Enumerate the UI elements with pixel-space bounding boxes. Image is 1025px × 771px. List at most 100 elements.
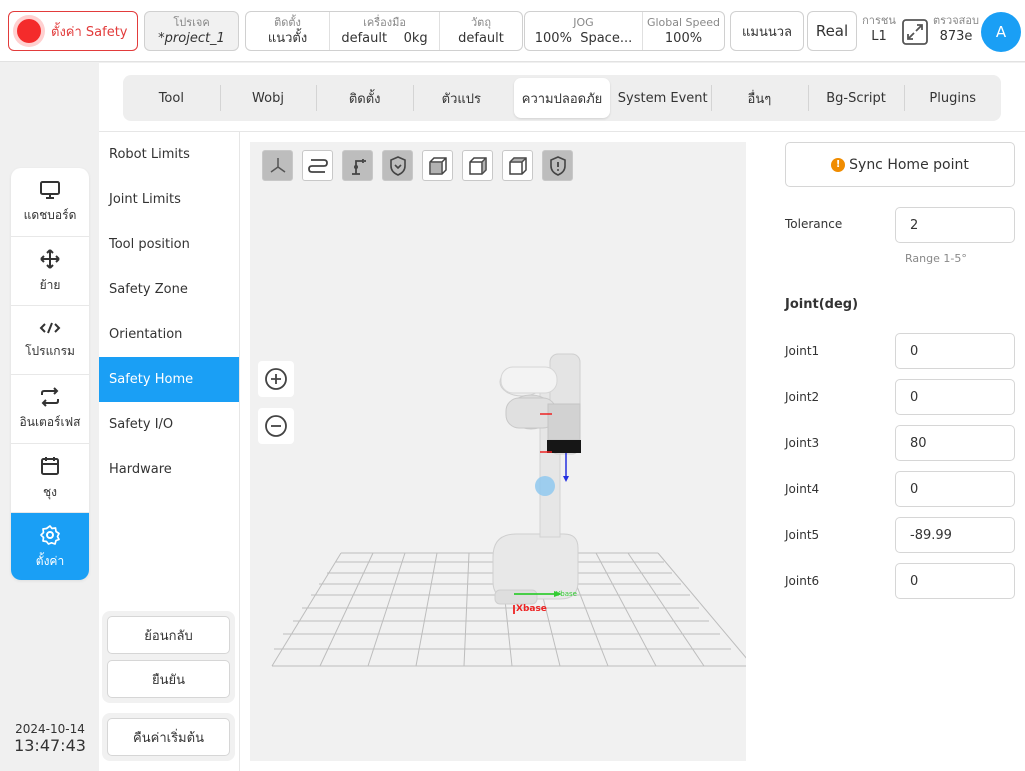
safety-status-label: ตั้งค่า Safety xyxy=(51,24,128,40)
tab-tool[interactable]: Tool xyxy=(123,75,220,121)
speed-group[interactable]: JOG 100% Space... Global Speed 100% xyxy=(524,11,725,51)
jog-percent: 100% xyxy=(534,31,572,46)
top-bar: ตั้งค่า Safety โปรเจค *project_1 ติดตั้ง… xyxy=(0,0,1025,62)
collision-value: L1 xyxy=(871,29,887,44)
joint-section-title: Joint(deg) xyxy=(785,297,859,312)
robot-scene: Xbase Ybase xyxy=(271,353,746,667)
joint4-input[interactable] xyxy=(895,471,1015,507)
safety-indicator-icon xyxy=(17,19,41,43)
reset-defaults-button[interactable]: คืนค่าเริ่มต้น xyxy=(107,718,230,756)
checksum-caption: ตรวจสอบ xyxy=(933,14,979,27)
tab-bg-script[interactable]: Bg-Script xyxy=(807,75,905,121)
current-time: 13:47:43 xyxy=(14,736,86,755)
move-icon xyxy=(40,248,60,269)
joint1-input[interactable] xyxy=(895,333,1015,369)
global-speed-caption: Global Speed xyxy=(646,16,721,29)
jog-mode: Space... xyxy=(580,31,633,46)
nav-label: โปรแกรม xyxy=(25,343,75,358)
user-avatar[interactable]: A xyxy=(981,12,1021,52)
expand-icon[interactable] xyxy=(901,18,929,46)
divider xyxy=(239,132,240,771)
submenu-robot-limits[interactable]: Robot Limits xyxy=(99,132,239,177)
nav-label: ชุง xyxy=(42,484,57,499)
submenu-orientation[interactable]: Orientation xyxy=(99,312,239,357)
jog-caption: JOG xyxy=(573,16,594,29)
action-button-group: ย้อนกลับ ยืนยัน xyxy=(102,611,235,703)
joint2-input[interactable] xyxy=(895,379,1015,415)
real-mode-button[interactable]: Real xyxy=(807,11,857,51)
project-name: *project_1 xyxy=(158,31,225,46)
tab-system-event[interactable]: System Event xyxy=(614,75,711,121)
current-date: 2024-10-14 xyxy=(15,722,85,736)
project-selector[interactable]: โปรเจค *project_1 xyxy=(144,11,239,51)
global-speed-value: 100% xyxy=(664,31,703,46)
tab-wobj[interactable]: Wobj xyxy=(219,75,317,121)
submenu-safety-io[interactable]: Safety I/O xyxy=(99,402,239,447)
x-axis-label: Xbase xyxy=(516,604,547,614)
joint4-label: Joint4 xyxy=(785,482,820,496)
tool-weight: 0kg xyxy=(403,31,428,46)
gear-icon xyxy=(40,525,60,545)
submenu-tool-position[interactable]: Tool position xyxy=(99,222,239,267)
object-caption: วัตถุ xyxy=(471,16,491,29)
nav-item-settings[interactable]: ตั้งค่า xyxy=(11,513,89,580)
tool-cell[interactable]: เครื่องมือ default 0kg xyxy=(330,12,440,50)
nav-item-interface[interactable]: อินเตอร์เฟส xyxy=(11,375,89,444)
object-cell[interactable]: วัตถุ default xyxy=(440,12,522,50)
sync-home-point-label: Sync Home point xyxy=(849,156,969,173)
tab-plugins[interactable]: Plugins xyxy=(904,75,1001,121)
nav-label: ตั้งค่า xyxy=(35,554,65,568)
joint3-label: Joint3 xyxy=(785,436,820,450)
nav-item-program[interactable]: โปรแกรม xyxy=(11,306,89,375)
submenu-joint-limits[interactable]: Joint Limits xyxy=(99,177,239,222)
nav-item-calendar[interactable]: ชุง xyxy=(11,444,89,513)
jog-cell[interactable]: JOG 100% Space... xyxy=(525,12,643,50)
back-button[interactable]: ย้อนกลับ xyxy=(107,616,230,654)
robot-3d-viewport[interactable]: Xbase Ybase xyxy=(250,142,746,761)
reset-button-group: คืนค่าเริ่มต้น xyxy=(102,713,235,761)
submenu-safety-home[interactable]: Safety Home xyxy=(99,357,239,402)
tab-install[interactable]: ติดตั้ง xyxy=(316,75,413,121)
clock: 2024-10-14 13:47:43 xyxy=(12,722,88,755)
tab-variables[interactable]: ตัวแปร xyxy=(413,75,510,121)
tab-other[interactable]: อื่นๆ xyxy=(711,75,808,121)
install-cell[interactable]: ติดตั้ง แนวตั้ง xyxy=(246,12,330,50)
sync-home-point-button[interactable]: ! Sync Home point xyxy=(785,142,1015,187)
tab-safety[interactable]: ความปลอดภัย xyxy=(513,78,611,118)
nav-item-dashboard[interactable]: แดชบอร์ด xyxy=(11,168,89,237)
collision-caption: การชน xyxy=(862,14,896,27)
tool-value: default 0kg xyxy=(330,30,439,48)
tolerance-range-hint: Range 1-5° xyxy=(905,252,967,265)
joint5-label: Joint5 xyxy=(785,528,820,542)
joint3-input[interactable] xyxy=(895,425,1015,461)
global-speed-cell[interactable]: Global Speed 100% xyxy=(643,12,724,50)
main-navigation: แดชบอร์ด ย้าย โปรแกรม อินเตอร์เฟส ชุง ตั… xyxy=(11,168,89,580)
safety-status-button[interactable]: ตั้งค่า Safety xyxy=(8,11,138,51)
calendar-icon xyxy=(41,456,59,475)
submenu-hardware[interactable]: Hardware xyxy=(99,447,239,492)
tolerance-label: Tolerance xyxy=(785,217,843,231)
tolerance-input[interactable] xyxy=(895,207,1015,243)
confirm-button[interactable]: ยืนยัน xyxy=(107,660,230,698)
safety-submenu: Robot Limits Joint Limits Tool position … xyxy=(99,132,239,492)
y-axis-label: Ybase xyxy=(555,590,577,598)
robot-arm xyxy=(492,353,581,614)
checksum-value: 873e xyxy=(939,29,973,44)
nav-label: ย้าย xyxy=(39,277,61,292)
install-caption: ติดตั้ง xyxy=(274,16,301,29)
collision-level: การชน L1 xyxy=(862,14,896,46)
submenu-safety-zone[interactable]: Safety Zone xyxy=(99,267,239,312)
joint6-input[interactable] xyxy=(895,563,1015,599)
monitor-icon xyxy=(40,180,60,199)
install-tool-object-group[interactable]: ติดตั้ง แนวตั้ง เครื่องมือ default 0kg ว… xyxy=(245,11,523,51)
project-caption: โปรเจค xyxy=(173,16,210,29)
nav-item-move[interactable]: ย้าย xyxy=(11,237,89,306)
jog-value: 100% Space... xyxy=(525,30,642,48)
object-value: default xyxy=(458,31,504,46)
tool-name: default xyxy=(341,31,388,46)
joint5-input[interactable] xyxy=(895,517,1015,553)
code-icon xyxy=(39,322,61,333)
joint2-label: Joint2 xyxy=(785,390,820,404)
manual-mode-button[interactable]: แมนนวล xyxy=(730,11,804,51)
settings-tabs: Tool Wobj ติดตั้ง ตัวแปร ความปลอดภัย Sys… xyxy=(123,75,1001,121)
